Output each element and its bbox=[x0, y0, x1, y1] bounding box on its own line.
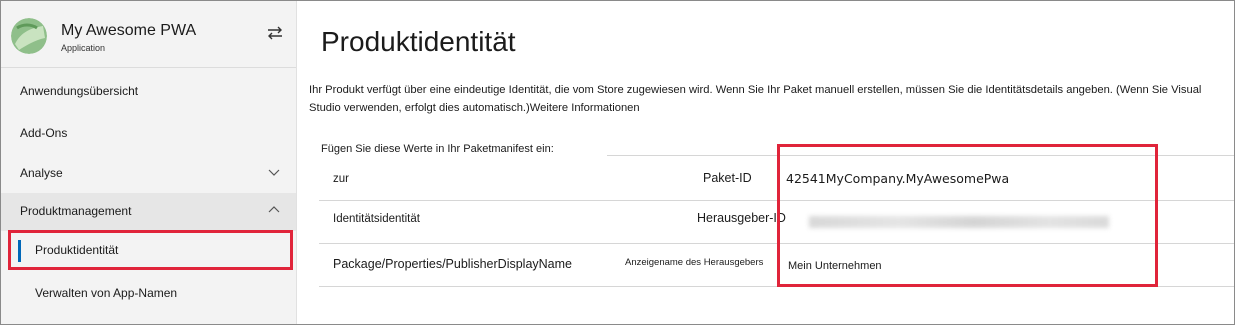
sidebar-item-analytics[interactable]: Analyse bbox=[1, 155, 296, 193]
swap-arrows-icon[interactable] bbox=[264, 25, 286, 45]
app-window: My Awesome PWA Application Anwendungsübe… bbox=[0, 0, 1235, 325]
sidebar-item-label: Produktidentität bbox=[35, 243, 119, 257]
app-name: My Awesome PWA bbox=[61, 22, 197, 39]
chevron-up-icon bbox=[267, 203, 281, 217]
manifest-key: Identitätsidentität bbox=[333, 213, 420, 225]
sidebar-item-label: Anwendungsübersicht bbox=[20, 84, 139, 98]
manifest-instruction: Fügen Sie diese Werte in Ihr Paketmanife… bbox=[321, 143, 554, 155]
field-value[interactable]: 42541MyCompany.MyAwesomePwa bbox=[786, 171, 1009, 186]
sidebar-item-app-overview[interactable]: Anwendungsübersicht bbox=[1, 73, 296, 111]
field-value[interactable]: Mein Unternehmen bbox=[788, 260, 882, 272]
main-content: Produktidentität Ihr Produkt verfügt übe… bbox=[297, 1, 1234, 324]
sidebar: My Awesome PWA Application Anwendungsübe… bbox=[1, 1, 297, 324]
page-description: Ihr Produkt verfügt über eine eindeutige… bbox=[309, 81, 1209, 117]
app-subtitle: Application bbox=[61, 43, 106, 53]
header-divider bbox=[1, 67, 296, 68]
sidebar-item-label: Verwalten von App-Namen bbox=[35, 286, 178, 300]
field-label: Anzeigename des Herausgebers bbox=[625, 257, 764, 268]
chevron-down-icon bbox=[267, 165, 281, 179]
sidebar-item-label: Analyse bbox=[20, 166, 63, 180]
redacted-value-blur bbox=[809, 216, 1109, 228]
sidebar-item-label: Add-Ons bbox=[20, 126, 68, 140]
sidebar-item-product-identity[interactable]: Produktidentität bbox=[1, 232, 296, 270]
table-row: Package/Properties/PublisherDisplayName … bbox=[319, 243, 1234, 287]
page-title: Produktidentität bbox=[321, 26, 516, 57]
table-divider bbox=[607, 155, 1234, 156]
more-info-link[interactable]: Weitere Informationen bbox=[530, 102, 640, 114]
table-row: Identitätsidentität Herausgeber-ID bbox=[319, 200, 1234, 244]
table-row: zur Paket-ID 42541MyCompany.MyAwesomePwa bbox=[319, 157, 1234, 201]
sidebar-item-label: Produktmanagement bbox=[20, 204, 132, 218]
field-label: Paket-ID bbox=[703, 171, 752, 185]
sidebar-item-product-management[interactable]: Produktmanagement bbox=[1, 193, 296, 231]
sidebar-item-manage-app-names[interactable]: Verwalten von App-Namen bbox=[1, 275, 296, 313]
description-text: Ihr Produkt verfügt über eine eindeutige… bbox=[309, 84, 1202, 114]
sidebar-item-add-ons[interactable]: Add-Ons bbox=[1, 115, 296, 153]
manifest-key: Package/Properties/PublisherDisplayName bbox=[333, 257, 573, 271]
manifest-key: zur bbox=[333, 173, 349, 185]
app-logo bbox=[11, 18, 47, 54]
active-indicator bbox=[18, 240, 21, 262]
app-header: My Awesome PWA Application bbox=[1, 1, 296, 67]
field-label: Herausgeber-ID bbox=[697, 211, 786, 225]
